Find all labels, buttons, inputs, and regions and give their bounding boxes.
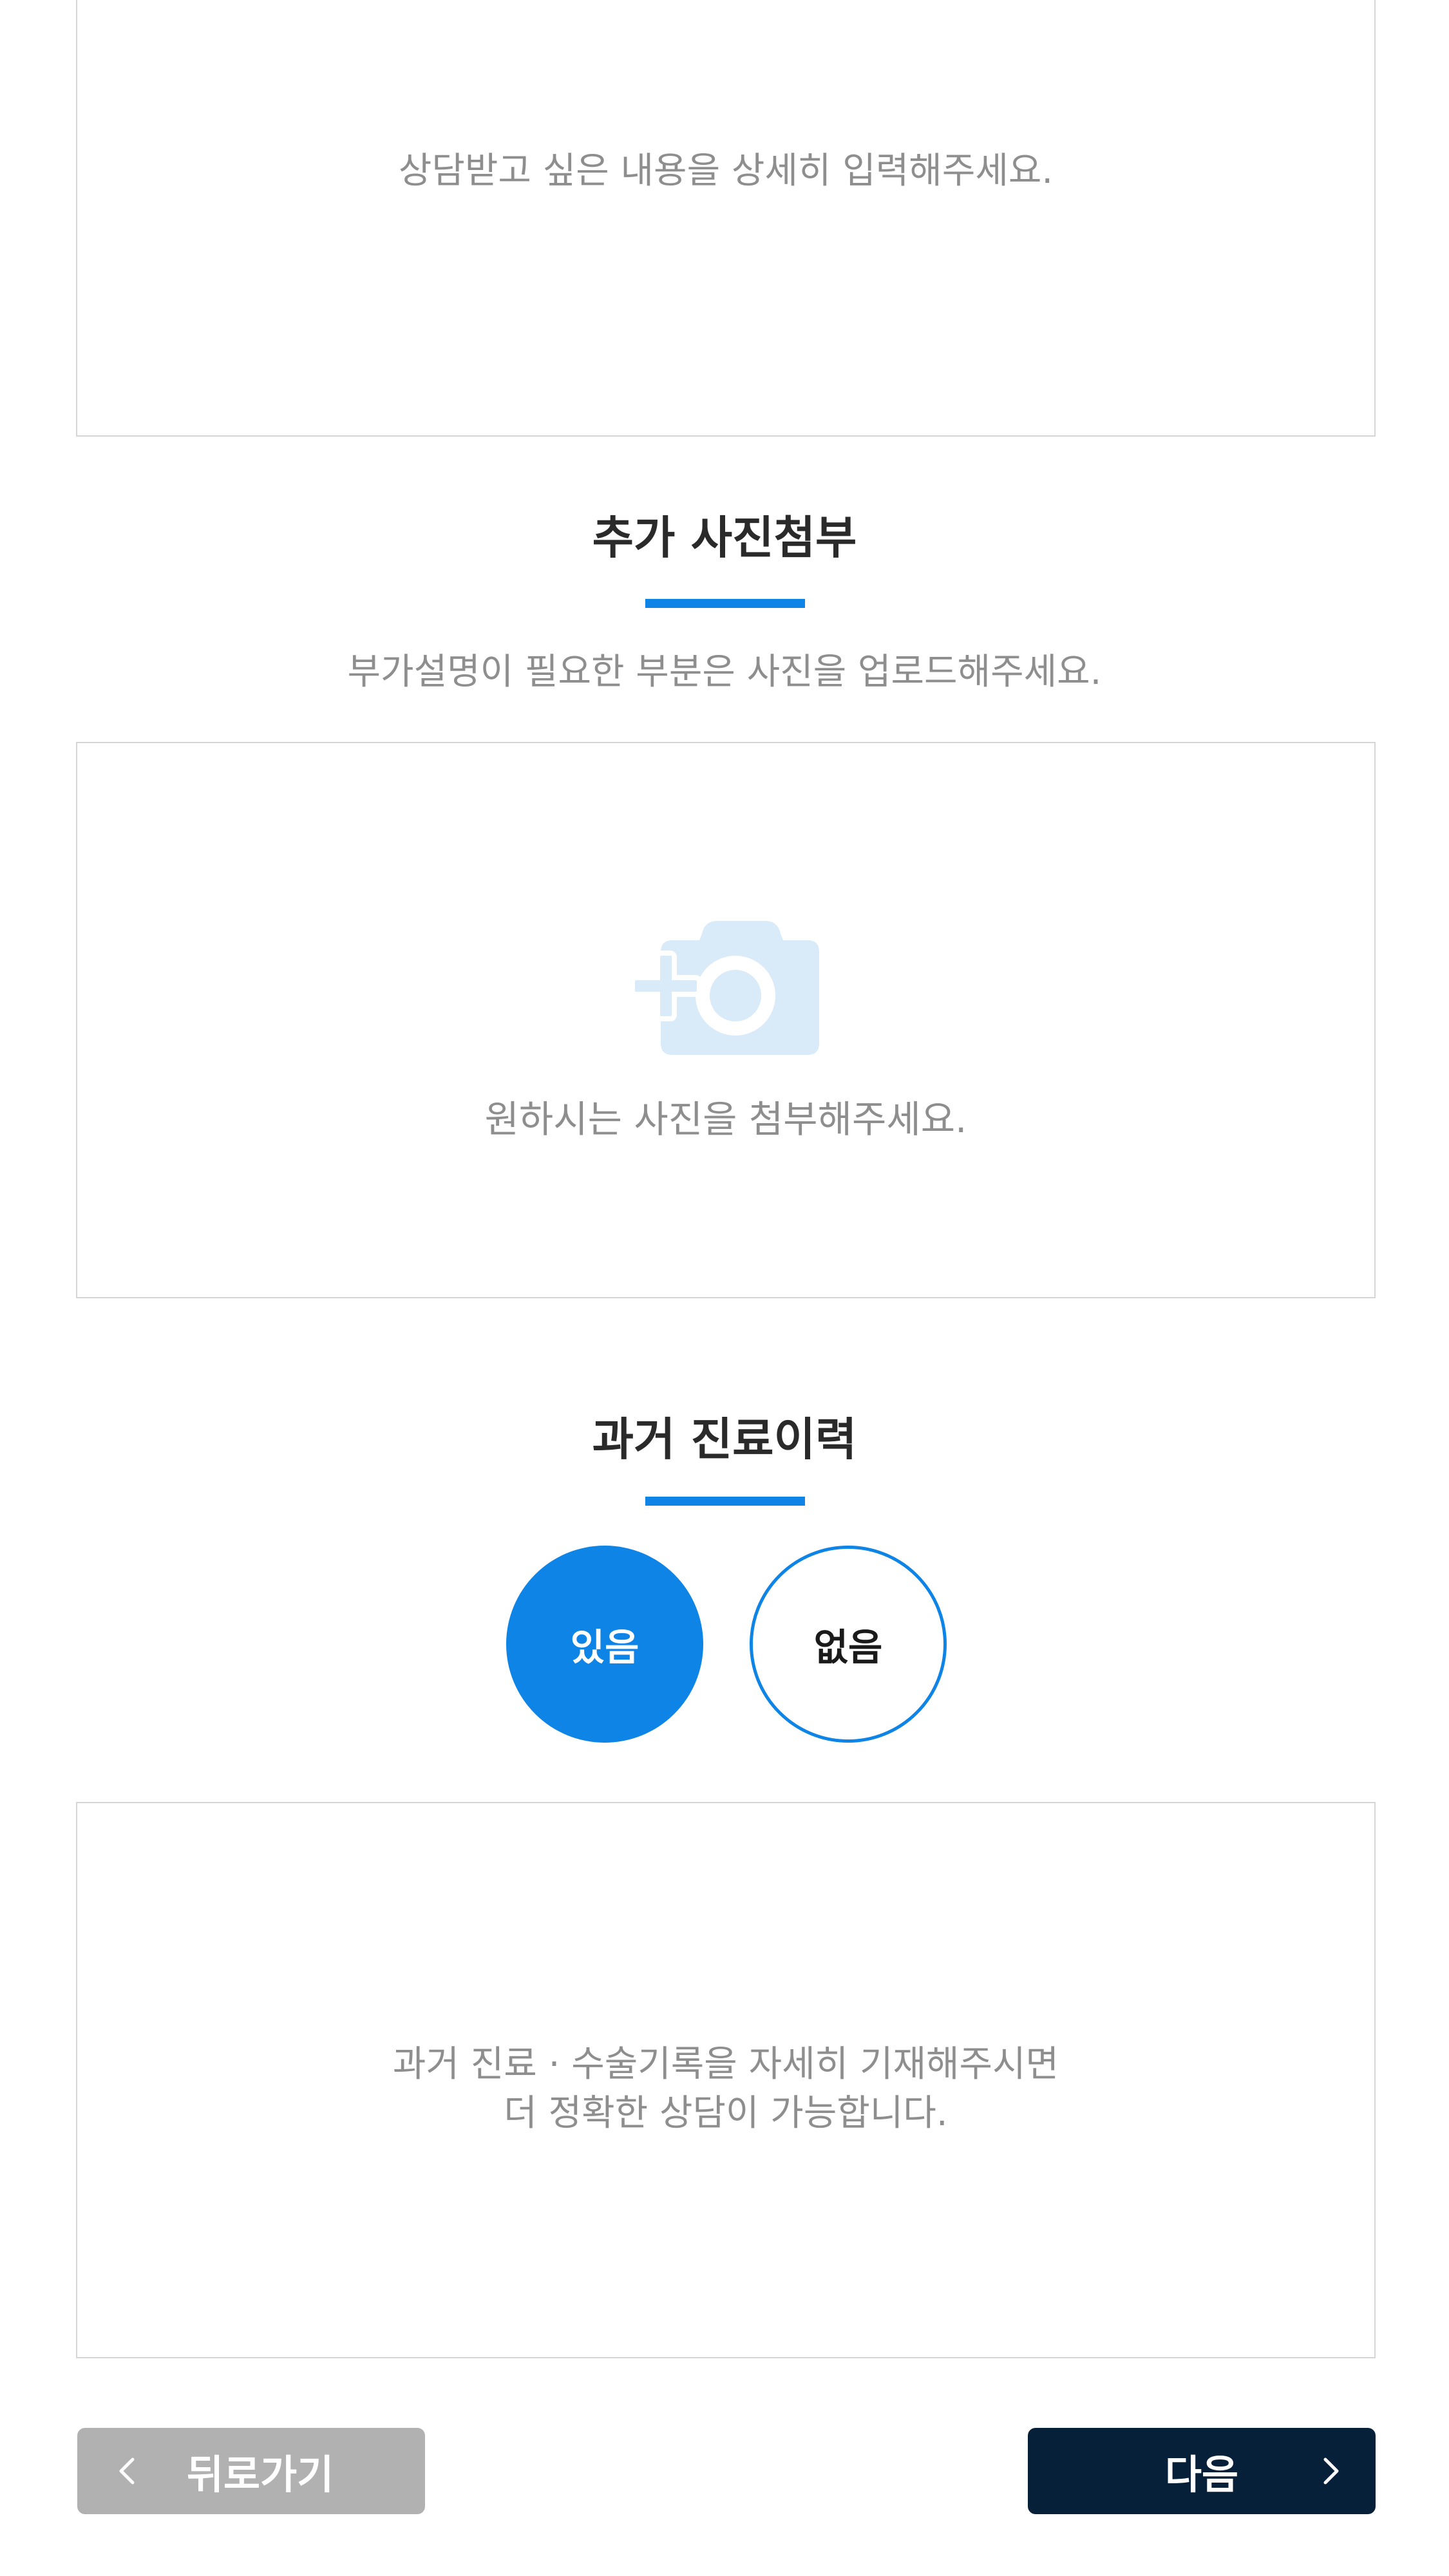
history-yes-button[interactable]: 있음 — [506, 1546, 703, 1743]
history-no-button[interactable]: 없음 — [750, 1546, 947, 1743]
back-button[interactable]: 뒤로가기 — [77, 2428, 425, 2514]
chevron-left-icon — [117, 2428, 137, 2514]
detail-textarea-box[interactable] — [76, 0, 1376, 437]
chevron-right-icon — [1321, 2428, 1341, 2514]
consultation-form: 추가 사진첨부 부가설명이 필요한 부분은 사진을 업로드해주세요. 원하시는 … — [0, 0, 1449, 2576]
photo-section-subtitle: 부가설명이 필요한 부분은 사진을 업로드해주세요. — [347, 651, 1102, 693]
history-section-title: 과거 진료이력 — [592, 1413, 857, 1466]
photo-title-underline — [645, 599, 805, 608]
history-textarea[interactable] — [77, 1803, 1374, 2357]
history-no-label: 없음 — [813, 1625, 883, 1669]
next-button[interactable]: 다음 — [1028, 2428, 1376, 2514]
photo-upload-area[interactable]: 원하시는 사진을 첨부해주세요. — [76, 742, 1376, 1298]
history-title-underline — [645, 1497, 805, 1506]
photo-section-title: 추가 사진첨부 — [592, 511, 857, 564]
detail-textarea[interactable] — [77, 0, 1374, 435]
back-button-label: 뒤로가기 — [187, 2451, 334, 2498]
history-yes-label: 있음 — [570, 1625, 639, 1669]
history-textarea-box[interactable] — [76, 1802, 1376, 2358]
camera-plus-icon — [632, 921, 819, 1055]
photo-upload-text: 원하시는 사진을 첨부해주세요. — [484, 1097, 967, 1141]
